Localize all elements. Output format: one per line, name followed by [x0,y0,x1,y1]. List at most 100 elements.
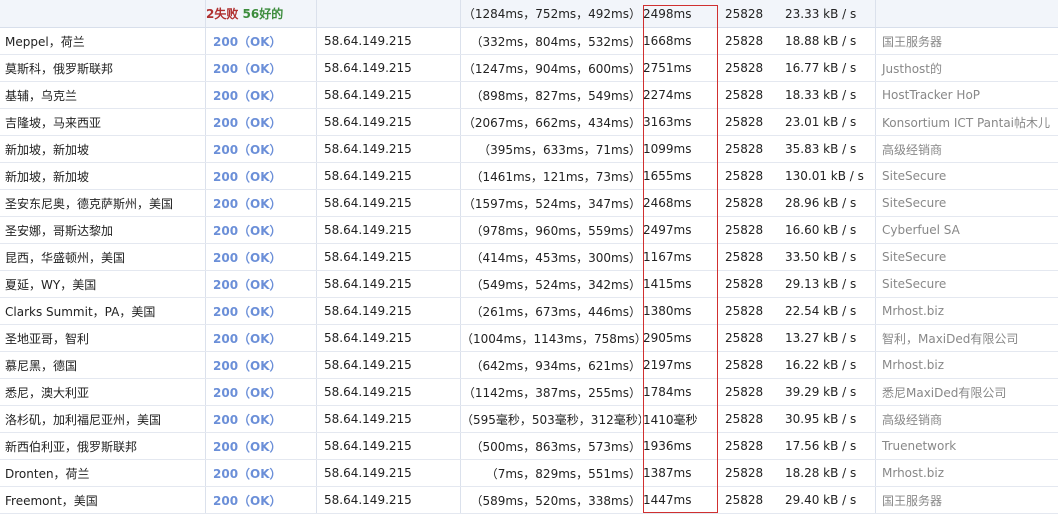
timing-breakdown-cell: （1247ms，904ms，600ms） [460,54,641,82]
bytes-cell: 25828 [713,27,777,55]
speed-cell: 33.50 kB / s [777,243,876,271]
ip-cell: 58.64.149.215 [316,486,461,514]
timing-breakdown-cell: （595毫秒，503毫秒，312毫秒） [460,405,641,433]
ip-cell: 58.64.149.215 [316,216,461,244]
total-time-cell: 1410毫秒 [641,405,713,433]
bytes-cell: 25828 [713,54,777,82]
summary-ip-spacer [316,0,461,28]
bytes-cell: 25828 [713,351,777,379]
total-time-cell: 1447ms [641,486,713,514]
isp-cell: Konsortium ICT Pantai帖木儿 [875,108,1058,136]
table-row: 夏延，WY，美国 200（OK） 58.64.149.215 （549ms，524ms… [0,270,1058,298]
location-cell: 洛杉矶，加利福尼亚州，美国 [0,405,206,433]
location-cell: Dronten，荷兰 [0,459,206,487]
location-cell: 莫斯科，俄罗斯联邦 [0,54,206,82]
isp-cell: 高级经销商 [875,405,1058,433]
bytes-cell: 25828 [713,378,777,406]
timing-breakdown-cell: （1004ms，1143ms，758ms） [460,324,641,352]
status-cell: 200（OK） [205,378,317,406]
ip-cell: 58.64.149.215 [316,324,461,352]
status-cell: 200（OK） [205,162,317,190]
speed-cell: 16.77 kB / s [777,54,876,82]
timing-breakdown-cell: （1461ms，121ms，73ms） [460,162,641,190]
results-table: 2失败 56好的 （1284ms，752ms，492ms） 2498ms 258… [0,0,1058,514]
ok-count: 56好的 [242,7,284,21]
status-cell: 200（OK） [205,27,317,55]
ip-cell: 58.64.149.215 [316,189,461,217]
table-row: 慕尼黑，德国 200（OK） 58.64.149.215 （642ms，934ms，6… [0,351,1058,379]
speed-cell: 18.28 kB / s [777,459,876,487]
total-time-cell: 1387ms [641,459,713,487]
ip-cell: 58.64.149.215 [316,459,461,487]
bytes-cell: 25828 [713,297,777,325]
total-time-cell: 1668ms [641,27,713,55]
table-row: Meppel，荷兰 200（OK） 58.64.149.215 （332ms，804m… [0,27,1058,55]
ip-cell: 58.64.149.215 [316,378,461,406]
isp-cell: 智利，MaxiDed有限公司 [875,324,1058,352]
total-time-cell: 1415ms [641,270,713,298]
status-cell: 200（OK） [205,486,317,514]
location-cell: 慕尼黑，德国 [0,351,206,379]
table-row: 悉尼，澳大利亚 200（OK） 58.64.149.215 （1142ms，387ms… [0,378,1058,406]
timing-breakdown-cell: （589ms，520ms，338ms） [460,486,641,514]
timing-breakdown-cell: （898ms，827ms，549ms） [460,81,641,109]
location-cell: 圣地亚哥，智利 [0,324,206,352]
bytes-cell: 25828 [713,135,777,163]
total-time-cell: 2751ms [641,54,713,82]
speed-cell: 17.56 kB / s [777,432,876,460]
timing-breakdown-cell: （1597ms，524ms，347ms） [460,189,641,217]
speed-cell: 30.95 kB / s [777,405,876,433]
bytes-cell: 25828 [713,162,777,190]
ip-cell: 58.64.149.215 [316,162,461,190]
status-cell: 200（OK） [205,108,317,136]
location-cell: 夏延，WY，美国 [0,270,206,298]
total-time-cell: 1167ms [641,243,713,271]
location-cell: 基辅，乌克兰 [0,81,206,109]
table-row: 圣安东尼奥，德克萨斯州，美国 200（OK） 58.64.149.215 （1597m… [0,189,1058,217]
table-row: Dronten，荷兰 200（OK） 58.64.149.215 （7ms，829ms… [0,459,1058,487]
speed-cell: 29.13 kB / s [777,270,876,298]
speed-cell: 29.40 kB / s [777,486,876,514]
status-cell: 200（OK） [205,135,317,163]
isp-cell: HostTracker HoP [875,81,1058,109]
speed-cell: 23.01 kB / s [777,108,876,136]
summary-breakdown: （1284ms，752ms，492ms） [460,0,641,28]
table-row: 圣安娜，哥斯达黎加 200（OK） 58.64.149.215 （978ms，960m… [0,216,1058,244]
speed-cell: 35.83 kB / s [777,135,876,163]
fail-count: 2失败 [206,7,239,21]
bytes-cell: 25828 [713,189,777,217]
timing-breakdown-cell: （549ms，524ms，342ms） [460,270,641,298]
isp-cell: 悉尼MaxiDed有限公司 [875,378,1058,406]
summary-counts: 2失败 56好的 [205,0,317,28]
isp-cell: Truenetwork [875,432,1058,460]
isp-cell: Mrhost.biz [875,297,1058,325]
timing-breakdown-cell: （414ms，453ms，300ms） [460,243,641,271]
total-time-cell: 2905ms [641,324,713,352]
total-time-cell: 1784ms [641,378,713,406]
status-cell: 200（OK） [205,432,317,460]
speed-cell: 16.22 kB / s [777,351,876,379]
summary-row: 2失败 56好的 （1284ms，752ms，492ms） 2498ms 258… [0,0,1058,28]
table-row: Freemont，美国 200（OK） 58.64.149.215 （589ms，52… [0,486,1058,514]
summary-total: 2498ms [641,0,713,28]
table-row: 基辅，乌克兰 200（OK） 58.64.149.215 （898ms，827ms，5… [0,81,1058,109]
table-row: Clarks Summit，PA，美国 200（OK） 58.64.149.215 （… [0,297,1058,325]
total-time-cell: 1099ms [641,135,713,163]
location-cell: 新西伯利亚，俄罗斯联邦 [0,432,206,460]
bytes-cell: 25828 [713,486,777,514]
isp-cell: SiteSecure [875,189,1058,217]
speed-cell: 39.29 kB / s [777,378,876,406]
ip-cell: 58.64.149.215 [316,432,461,460]
location-cell: 圣安娜，哥斯达黎加 [0,216,206,244]
summary-spacer [0,0,206,28]
bytes-cell: 25828 [713,81,777,109]
ip-cell: 58.64.149.215 [316,405,461,433]
location-cell: 新加坡，新加坡 [0,135,206,163]
ip-cell: 58.64.149.215 [316,108,461,136]
speed-cell: 130.01 kB / s [777,162,876,190]
isp-cell: SiteSecure [875,243,1058,271]
timing-breakdown-cell: （395ms，633ms，71ms） [460,135,641,163]
timing-breakdown-cell: （261ms，673ms，446ms） [460,297,641,325]
ip-cell: 58.64.149.215 [316,135,461,163]
table-row: 莫斯科，俄罗斯联邦 200（OK） 58.64.149.215 （1247ms，904… [0,54,1058,82]
